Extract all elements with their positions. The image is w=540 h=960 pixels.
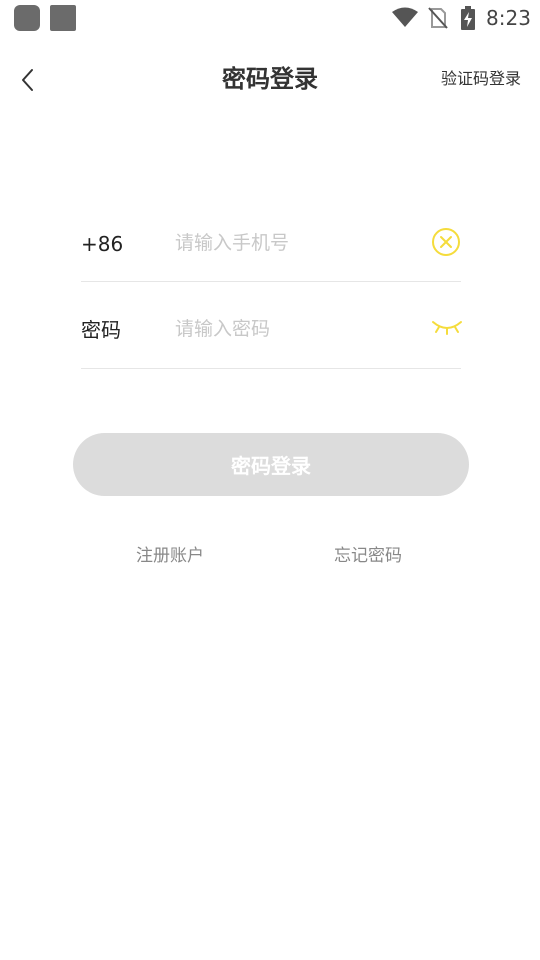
password-row: 密码 (81, 302, 463, 369)
password-input[interactable] (175, 314, 415, 344)
battery-charging-icon (461, 6, 475, 30)
app-icon (14, 5, 40, 31)
forgot-password-link[interactable]: 忘记密码 (334, 544, 402, 568)
wifi-icon (392, 7, 418, 27)
password-login-button[interactable]: 密码登录 (73, 433, 469, 496)
back-button[interactable] (10, 60, 46, 100)
app-icon (50, 5, 76, 31)
no-sim-icon (428, 7, 448, 29)
phone-input[interactable] (175, 228, 415, 258)
status-bar: 8:23 (0, 0, 540, 36)
status-time: 8:23 (486, 6, 531, 30)
eye-closed-icon[interactable] (431, 316, 463, 338)
phone-row: +86 (81, 214, 461, 282)
login-screen: 8:23 密码登录 验证码登录 +86 密码 密码登录 注册账户 忘记密码 (0, 0, 540, 960)
clear-icon[interactable] (431, 227, 461, 257)
register-account-link[interactable]: 注册账户 (136, 544, 204, 568)
password-label: 密码 (81, 318, 121, 342)
country-code-prefix[interactable]: +86 (81, 230, 123, 258)
chevron-left-icon (22, 69, 33, 91)
sms-code-login-link[interactable]: 验证码登录 (441, 67, 521, 91)
